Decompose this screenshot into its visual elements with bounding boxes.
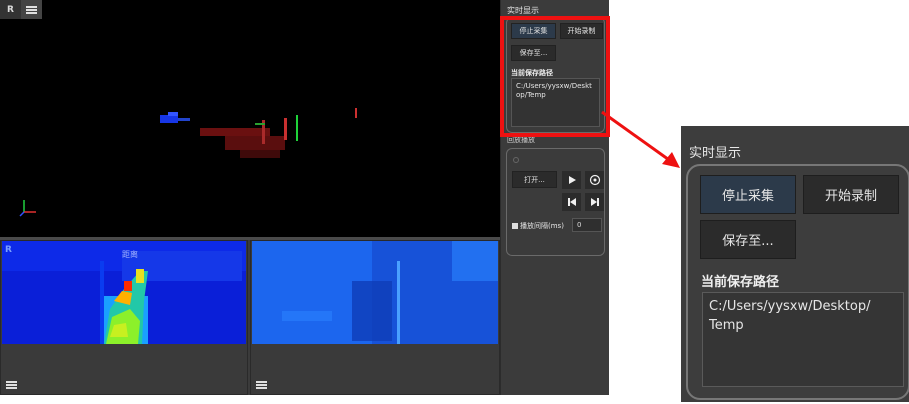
interval-checkbox[interactable] [512,223,518,229]
ir-image [252,241,498,344]
hamburger-icon [26,5,37,14]
playback-progress-handle[interactable] [513,157,519,163]
zoom-save-path-line1: C:/Users/yysxw/Desktop/ [709,299,871,314]
realtime-title: 实时显示 [507,6,539,15]
interval-input[interactable]: 0 [572,218,602,232]
open-file-button[interactable]: 打开... [512,171,557,188]
zoom-save-path-field: C:/Users/yysxw/Desktop/ Temp [702,292,904,387]
highlight-frame [500,16,610,137]
zoom-realtime-title: 实时显示 [689,146,742,161]
interval-label: 播放间隔(ms) [520,222,564,230]
skip-forward-icon [590,198,599,206]
depth-menu-button[interactable] [5,380,18,390]
loop-icon [589,174,600,186]
hamburger-icon [6,381,17,389]
hamburger-icon [256,381,267,389]
app-window: R R 距离 实时显示 停止采集 开始录制 保存至... 当前保存路径 C:/U… [0,0,610,395]
ir-image-canvas [252,241,498,344]
zoom-save-to-button[interactable]: 保存至... [700,220,796,259]
ir-image-view[interactable] [250,240,500,395]
ir-menu-button[interactable] [255,380,268,390]
skip-back-icon [567,198,576,206]
distance-label: 距离 [122,250,138,259]
zoom-save-path-label: 当前保存路径 [701,275,780,290]
reset-view-button[interactable]: R [0,0,21,19]
play-icon [568,176,576,184]
point-cloud-view[interactable]: R [0,0,500,237]
callout-arrow [601,110,680,168]
playback-group: 打开... 播放间隔(ms) 0 [506,148,605,256]
point-cloud-canvas [0,0,500,237]
next-frame-button[interactable] [585,193,604,211]
zoom-stop-capture-button[interactable]: 停止采集 [700,175,796,214]
previous-frame-button[interactable] [562,193,581,211]
zoomed-panel: 实时显示 停止采集 开始录制 保存至... 当前保存路径 C:/Users/yy… [681,126,909,402]
view-toolbar: R [0,0,42,19]
play-button[interactable] [562,171,581,189]
zoom-realtime-group: 停止采集 开始录制 保存至... 当前保存路径 C:/Users/yysxw/D… [686,164,909,400]
zoom-save-path-line2: Temp [709,318,744,333]
zoom-start-record-button[interactable]: 开始录制 [803,175,899,214]
view-menu-button[interactable] [21,0,42,19]
depth-reset-button[interactable]: R [5,245,12,255]
loop-button[interactable] [585,171,604,189]
depth-image-view[interactable]: R 距离 [0,240,248,395]
